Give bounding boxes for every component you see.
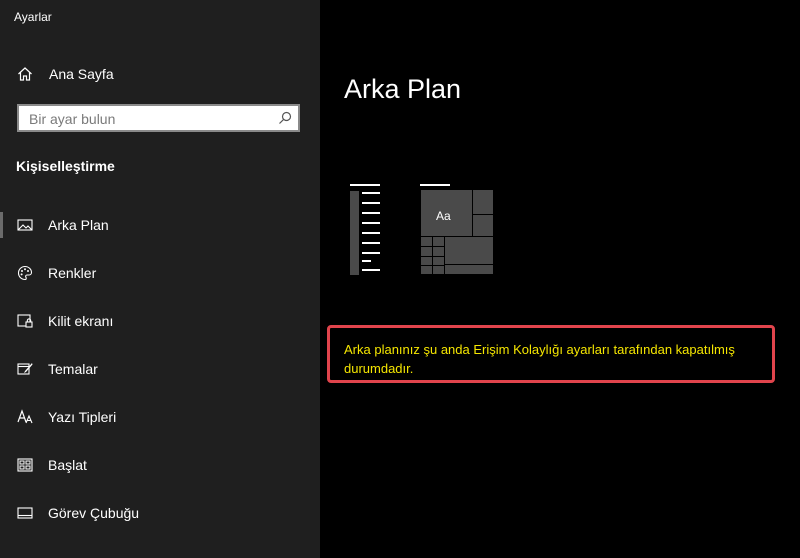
- sidebar-item-label: Kilit ekranı: [48, 313, 114, 329]
- settings-nav: Arka Plan Renkler Kilit ekranı Temalar Y…: [0, 209, 320, 545]
- page-title: Arka Plan: [344, 74, 462, 105]
- start-menu-preview: [350, 184, 380, 275]
- home-label: Ana Sayfa: [49, 66, 114, 82]
- app-title: Ayarlar: [14, 10, 52, 24]
- section-title: Kişiselleştirme: [16, 158, 115, 174]
- main-content: Arka Plan Aa: [320, 0, 800, 558]
- sidebar-item-label: Arka Plan: [48, 217, 109, 233]
- search-box[interactable]: [17, 104, 300, 132]
- sidebar-item-label: Görev Çubuğu: [48, 505, 140, 521]
- taskbar-icon: [17, 507, 33, 519]
- picture-icon: [17, 219, 33, 231]
- lock-screen-icon: [17, 314, 33, 328]
- preview-sample-text: Aa: [436, 209, 451, 223]
- start-icon: [17, 458, 33, 472]
- background-preview: Aa: [350, 184, 494, 275]
- background-disabled-notice: Arka planınız şu anda Erişim Kolaylığı a…: [327, 325, 775, 383]
- sidebar-item-start[interactable]: Başlat: [0, 449, 320, 497]
- sidebar-item-label: Başlat: [48, 457, 87, 473]
- search-input[interactable]: [27, 106, 270, 132]
- notice-text: Arka planınız şu anda Erişim Kolaylığı a…: [344, 342, 735, 376]
- sidebar-item-lock-screen[interactable]: Kilit ekranı: [0, 305, 320, 353]
- sidebar-item-themes[interactable]: Temalar: [0, 353, 320, 401]
- home-icon: [18, 67, 32, 81]
- sidebar-item-background[interactable]: Arka Plan: [0, 209, 320, 257]
- search-icon[interactable]: [278, 111, 292, 125]
- palette-icon: [17, 265, 33, 281]
- sidebar-item-label: Renkler: [48, 265, 97, 281]
- sidebar-item-fonts[interactable]: Yazı Tipleri: [0, 401, 320, 449]
- sidebar-item-taskbar[interactable]: Görev Çubuğu: [0, 497, 320, 545]
- tiles-preview: [420, 184, 494, 275]
- themes-icon: [17, 363, 33, 375]
- sidebar: Ayarlar Ana Sayfa Kişiselleştirme Arka P…: [0, 0, 320, 558]
- home-nav-item[interactable]: Ana Sayfa: [0, 58, 320, 90]
- selection-indicator: [0, 212, 3, 238]
- fonts-icon: [17, 409, 33, 424]
- sidebar-item-label: Yazı Tipleri: [48, 409, 117, 425]
- sidebar-item-label: Temalar: [48, 361, 98, 377]
- sidebar-item-colors[interactable]: Renkler: [0, 257, 320, 305]
